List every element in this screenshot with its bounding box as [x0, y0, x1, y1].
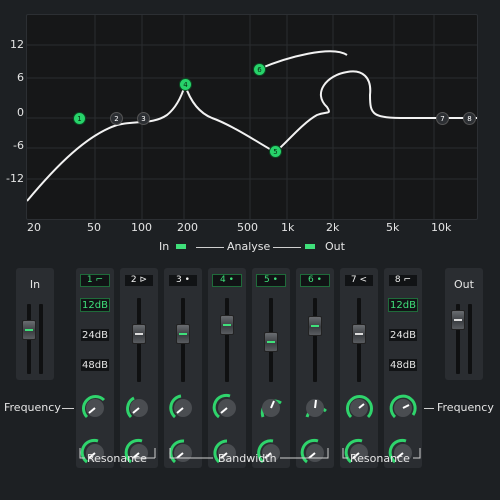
- band-strip-5: 5 •: [252, 268, 290, 468]
- band-1-toggle[interactable]: 1 ⌐: [80, 274, 110, 287]
- band-node-5[interactable]: 5: [269, 145, 282, 158]
- band-1-slope-48db[interactable]: 48dB: [80, 358, 110, 372]
- band-7-gain-slider-thumb[interactable]: [352, 324, 366, 344]
- band-3-toggle[interactable]: 3 •: [168, 274, 198, 287]
- x-tick-label: 2k: [326, 221, 340, 234]
- analyse-out-label: Out: [325, 240, 345, 253]
- band-strip-2: 2 ⊳: [120, 268, 158, 468]
- band-1-slope-24db[interactable]: 24dB: [80, 328, 110, 342]
- band-5-gain-slider-track[interactable]: [264, 298, 278, 382]
- x-tick-label: 1k: [281, 221, 295, 234]
- band-strip-3: 3 •: [164, 268, 202, 468]
- band-node-8[interactable]: 8: [463, 112, 476, 125]
- band-7-frequency-knob[interactable]: [344, 393, 374, 423]
- input-gain-strip: In: [16, 268, 54, 380]
- band-6-frequency-knob[interactable]: [300, 393, 330, 423]
- band-node-7[interactable]: 7: [436, 112, 449, 125]
- band-3-gain-slider-thumb[interactable]: [176, 324, 190, 344]
- x-tick-label: 50: [87, 221, 101, 234]
- y-tick-label: -6: [13, 139, 24, 152]
- band-node-4[interactable]: 4: [179, 78, 192, 91]
- output-gain-strip: Out: [445, 268, 483, 380]
- band-3-frequency-knob[interactable]: [168, 393, 198, 423]
- y-tick-label: 0: [17, 106, 24, 119]
- output-gain-slider-thumb[interactable]: [451, 310, 465, 330]
- y-tick-label: 6: [17, 71, 24, 84]
- band-strip-8: 8 ⌐ 12dB 24dB 48dB: [384, 268, 422, 468]
- band-4-gain-slider-thumb[interactable]: [220, 315, 234, 335]
- input-title: In: [29, 278, 41, 291]
- resonance-label-left: Resonance: [87, 452, 147, 465]
- band-7-toggle[interactable]: 7 <: [344, 274, 374, 287]
- band-2-gain-slider-track[interactable]: [132, 298, 146, 382]
- analyse-in-indicator[interactable]: [176, 244, 186, 249]
- analyse-line-right: [273, 247, 301, 248]
- band-4-gain-slider-track[interactable]: [220, 298, 234, 382]
- band-strip-1: 1 ⌐ 12dB 24dB 48dB: [76, 268, 114, 468]
- x-tick-label: 10k: [431, 221, 452, 234]
- eq-graph[interactable]: 1 2 3 4 5 6 7 8: [26, 14, 478, 220]
- y-tick-label: 12: [10, 38, 24, 51]
- band-4-frequency-knob[interactable]: [212, 393, 242, 423]
- band-2-frequency-knob[interactable]: [124, 393, 154, 423]
- band-strip-7: 7 <: [340, 268, 378, 468]
- band-6-gain-slider-thumb[interactable]: [308, 316, 322, 336]
- input-meter: [39, 304, 43, 374]
- band-2-gain-slider-thumb[interactable]: [132, 324, 146, 344]
- output-meter: [468, 304, 472, 374]
- bandwidth-label: Bandwidth: [218, 452, 277, 465]
- band-node-1[interactable]: 1: [73, 112, 86, 125]
- band-8-toggle[interactable]: 8 ⌐: [388, 274, 418, 287]
- band-2-toggle[interactable]: 2 ⊳: [124, 274, 154, 287]
- band-8-slope-24db[interactable]: 24dB: [388, 328, 418, 342]
- input-gain-slider-track[interactable]: [22, 304, 36, 374]
- output-gain-slider-track[interactable]: [451, 304, 465, 374]
- band-8-frequency-knob[interactable]: [388, 393, 418, 423]
- band-strip-6: 6 •: [296, 268, 334, 468]
- eq-graph-canvas: [27, 15, 477, 219]
- analyse-label: Analyse: [227, 240, 271, 253]
- band-5-gain-slider-thumb[interactable]: [264, 332, 278, 352]
- band-6-gain-slider-track[interactable]: [308, 298, 322, 382]
- band-8-slope-12db[interactable]: 12dB: [388, 298, 418, 312]
- band-3-gain-slider-track[interactable]: [176, 298, 190, 382]
- band-1-frequency-knob[interactable]: [80, 393, 110, 423]
- band-strip-4: 4 •: [208, 268, 246, 468]
- band-4-toggle[interactable]: 4 •: [212, 274, 242, 287]
- y-tick-label: -12: [6, 172, 24, 185]
- x-tick-label: 500: [237, 221, 258, 234]
- band-node-3[interactable]: 3: [137, 112, 150, 125]
- output-title: Out: [454, 278, 474, 291]
- band-8-slope-48db[interactable]: 48dB: [388, 358, 418, 372]
- resonance-label-right: Resonance: [350, 452, 410, 465]
- analyse-line-left: [196, 247, 224, 248]
- x-tick-label: 20: [27, 221, 41, 234]
- x-tick-label: 5k: [386, 221, 400, 234]
- x-tick-label: 100: [131, 221, 152, 234]
- band-node-2[interactable]: 2: [110, 112, 123, 125]
- analyse-out-indicator[interactable]: [305, 244, 315, 249]
- band-1-slope-12db[interactable]: 12dB: [80, 298, 110, 312]
- band-6-toggle[interactable]: 6 •: [300, 274, 330, 287]
- band-5-toggle[interactable]: 5 •: [256, 274, 286, 287]
- band-7-gain-slider-track[interactable]: [352, 298, 366, 382]
- band-5-frequency-knob[interactable]: [256, 393, 286, 423]
- frequency-label-right: Frequency: [437, 401, 494, 414]
- frequency-line-left: [62, 408, 74, 409]
- frequency-line-right: [424, 408, 434, 409]
- analyse-row: In Analyse Out: [0, 240, 500, 254]
- frequency-label-left: Frequency: [4, 401, 61, 414]
- band-node-6[interactable]: 6: [253, 63, 266, 76]
- x-tick-label: 200: [177, 221, 198, 234]
- analyse-in-label: In: [159, 240, 170, 253]
- input-gain-slider-thumb[interactable]: [22, 320, 36, 340]
